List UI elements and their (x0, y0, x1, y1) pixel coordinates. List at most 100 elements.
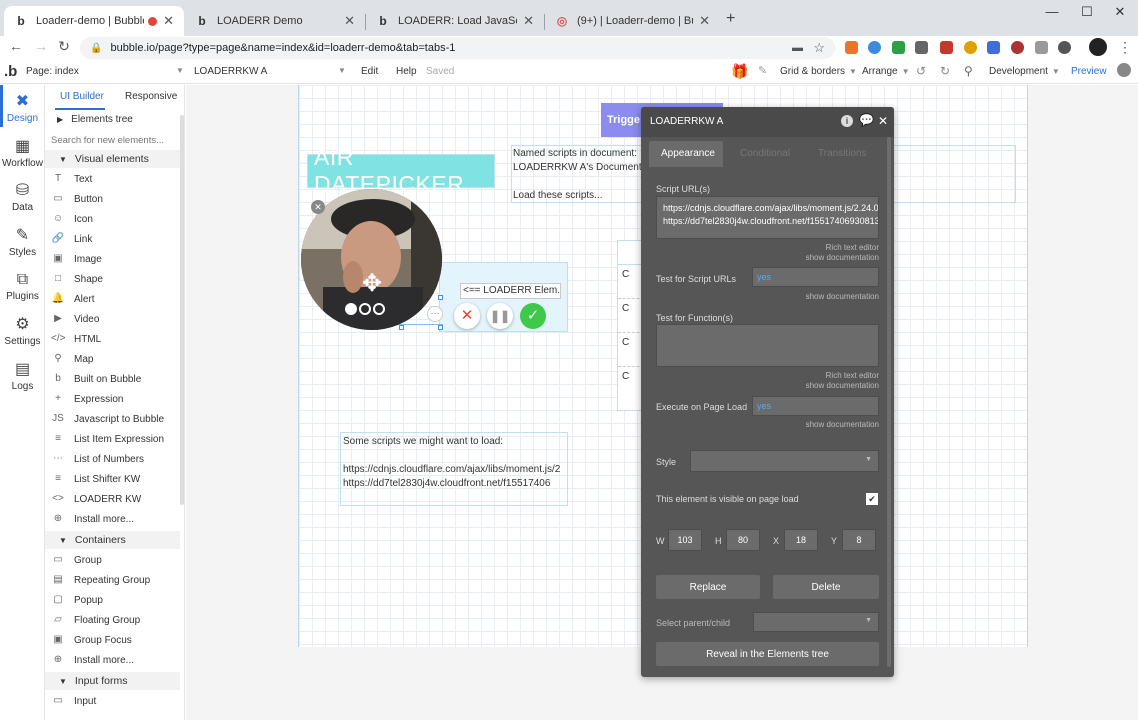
property-editor-header[interactable]: LOADERRKW A i 💬 ✕ (641, 107, 894, 137)
tab-conditional[interactable]: Conditional (740, 148, 790, 159)
extension-icon[interactable] (1058, 41, 1071, 54)
palette-item-list-shifter-kw[interactable]: ≡ List Shifter KW (51, 470, 181, 488)
account-icon[interactable] (1117, 63, 1131, 77)
help-menu[interactable]: Help (396, 66, 417, 77)
rail-workflow[interactable]: ▦ Workflow (0, 138, 45, 169)
element-selector[interactable]: LOADERRKW A (194, 66, 267, 77)
containers-header[interactable]: ▼ Containers (45, 531, 180, 549)
palette-item-list-of-numbers[interactable]: ⋯ List of Numbers (51, 450, 181, 468)
scripts-to-load-text[interactable]: Some scripts we might want to load: http… (340, 432, 568, 506)
tab-transitions[interactable]: Transitions (818, 148, 867, 159)
profile-avatar[interactable] (1089, 38, 1107, 56)
palette-item-install-more[interactable]: ⊕ Install more... (51, 510, 181, 528)
search-icon[interactable]: ⚲ (964, 64, 973, 78)
camera-toggle[interactable] (345, 303, 385, 315)
x-input[interactable]: 18 (784, 529, 818, 551)
palette-item-list-item-expression[interactable]: ≡ List Item Expression (51, 430, 181, 448)
preview-button[interactable]: Preview (1071, 66, 1107, 77)
new-tab-button[interactable]: + (726, 10, 735, 28)
select-parent-dropdown[interactable]: ▼ (753, 612, 879, 632)
edit-menu[interactable]: Edit (361, 66, 378, 77)
rail-data[interactable]: ⛁ Data (0, 182, 45, 213)
test-functions-input[interactable] (656, 324, 879, 367)
show-documentation-link[interactable]: show documentation (761, 420, 879, 429)
browser-tab-3[interactable]: b LOADERR: Load JavaScript Libraries... … (366, 6, 544, 36)
palette-item-group-focus[interactable]: ▣ Group Focus (51, 631, 181, 649)
show-documentation-link[interactable]: show documentation (761, 381, 879, 390)
tab-ui-builder[interactable]: UI Builder (60, 91, 104, 102)
palette-item-javascript-to-bubble[interactable]: JS Javascript to Bubble (51, 410, 181, 428)
reveal-in-tree-button[interactable]: Reveal in the Elements tree (656, 642, 879, 666)
rail-plugins[interactable]: ⧉ Plugins (0, 271, 45, 302)
visible-on-load-checkbox[interactable]: ✔ (866, 493, 878, 505)
info-icon[interactable]: i (841, 115, 853, 127)
rich-text-editor-link[interactable]: Rich text editor (761, 371, 879, 380)
resize-handle[interactable] (399, 325, 404, 330)
minimize-icon[interactable]: — (1042, 4, 1062, 19)
property-editor-scrollbar[interactable] (887, 137, 891, 667)
rail-logs[interactable]: ▤ Logs (0, 361, 45, 392)
extension-icon[interactable] (915, 41, 928, 54)
extension-icon[interactable] (868, 41, 881, 54)
marker-icon[interactable]: ✎ (758, 64, 767, 77)
palette-item-button[interactable]: ▭ Button (51, 190, 181, 208)
palette-item-link[interactable]: 🔗 Link (51, 230, 181, 248)
resize-handle[interactable] (438, 325, 443, 330)
close-window-icon[interactable]: ✕ (1110, 4, 1130, 20)
undo-icon[interactable]: ↺ (916, 64, 926, 78)
air-datepicker-text[interactable]: AIR DATEPICKER (307, 144, 495, 197)
finish-recording-button[interactable]: ✓ (520, 303, 546, 329)
rail-design[interactable]: ✖ Design (0, 93, 45, 124)
reload-icon[interactable]: ↻ (55, 38, 73, 55)
arrange-menu[interactable]: Arrange ▼ (862, 66, 910, 77)
resize-handle[interactable] (438, 295, 443, 300)
pause-recording-button[interactable]: ❚❚ (487, 303, 513, 329)
comment-icon[interactable]: 💬 (859, 113, 874, 127)
forward-icon[interactable]: → (32, 38, 50, 54)
palette-item-repeating-group[interactable]: ▤ Repeating Group (51, 571, 181, 589)
gift-icon[interactable]: 🎁 (731, 63, 748, 80)
elements-tree-toggle[interactable]: ▶ Elements tree (57, 110, 187, 128)
show-documentation-link[interactable]: show documentation (761, 292, 879, 301)
close-tab-icon[interactable]: ✕ (523, 13, 534, 29)
palette-item-text[interactable]: T Text (51, 170, 181, 188)
visual-elements-header[interactable]: ▼ Visual elements (45, 150, 180, 168)
extension-icon[interactable] (940, 41, 953, 54)
rich-text-editor-link[interactable]: Rich text editor (761, 243, 879, 252)
close-tab-icon[interactable]: ✕ (163, 13, 174, 29)
close-tab-icon[interactable]: ✕ (344, 13, 355, 29)
extension-icon[interactable] (892, 41, 905, 54)
extension-icon[interactable] (987, 41, 1000, 54)
palette-item-html[interactable]: </> HTML (51, 330, 181, 348)
palette-item-built-on-bubble[interactable]: b Built on Bubble (51, 370, 181, 388)
cancel-recording-button[interactable]: ✕ (454, 303, 480, 329)
rail-styles[interactable]: ✎ Styles (0, 227, 45, 258)
close-tab-icon[interactable]: ✕ (699, 13, 710, 29)
palette-item-install-more[interactable]: ⊕ Install more... (51, 651, 181, 669)
palette-item-image[interactable]: ▣ Image (51, 250, 181, 268)
palette-item-floating-group[interactable]: ▱ Floating Group (51, 611, 181, 629)
rail-settings[interactable]: ⚙ Settings (0, 316, 45, 347)
chevron-down-icon[interactable]: ▼ (338, 66, 346, 75)
palette-item-shape[interactable]: □ Shape (51, 270, 181, 288)
delete-button[interactable]: Delete (773, 575, 879, 599)
back-icon[interactable]: ← (7, 38, 25, 54)
extension-icon[interactable] (964, 41, 977, 54)
grid-borders-menu[interactable]: Grid & borders ▼ (780, 66, 857, 77)
palette-item-alert[interactable]: 🔔 Alert (51, 290, 181, 308)
chevron-down-icon[interactable]: ▼ (176, 66, 184, 75)
bubble-logo[interactable]: .b (4, 63, 17, 80)
close-icon[interactable]: ✕ (878, 114, 888, 128)
replace-button[interactable]: Replace (656, 575, 760, 599)
redo-icon[interactable]: ↻ (940, 64, 950, 78)
palette-item-video[interactable]: ▶ Video (51, 310, 181, 328)
palette-scrollbar[interactable] (180, 115, 184, 505)
more-icon[interactable]: ··· (427, 306, 443, 322)
star-icon[interactable]: ☆ (813, 40, 825, 56)
y-input[interactable]: 8 (842, 529, 876, 551)
palette-item-expression[interactable]: + Expression (51, 390, 181, 408)
style-dropdown[interactable]: ▼ (690, 450, 879, 472)
element-search-input[interactable] (51, 132, 177, 148)
browser-tab-1[interactable]: b Loaderr-demo | Bubble Editor ✕ (4, 6, 184, 36)
palette-item-input[interactable]: ▭ Input (51, 692, 181, 710)
